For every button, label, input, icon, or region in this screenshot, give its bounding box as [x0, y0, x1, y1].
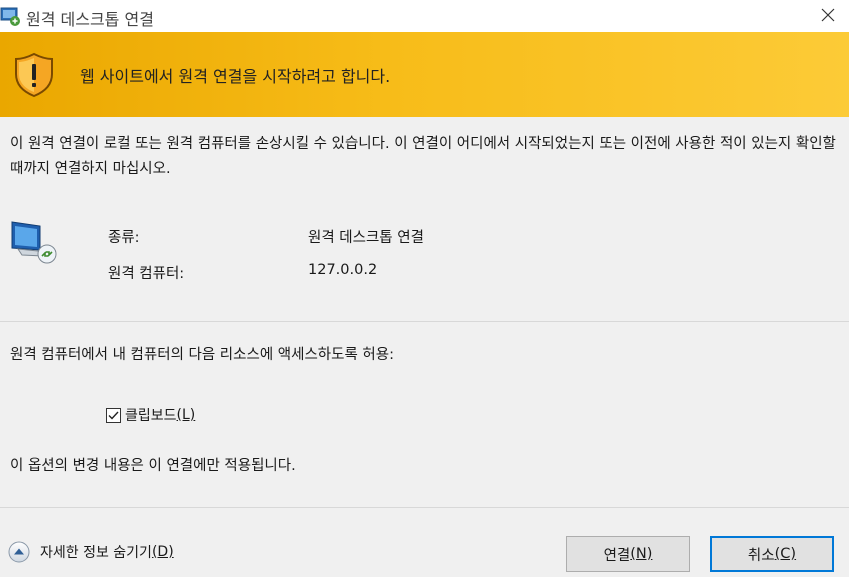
remote-computer-label: 원격 컴퓨터:	[108, 266, 185, 282]
resources-heading: 원격 컴퓨터에서 내 컴퓨터의 다음 리소스에 액세스하도록 허용:	[10, 347, 394, 363]
remote-desktop-icon	[0, 6, 22, 28]
type-value: 원격 데스크톱 연결	[308, 230, 424, 246]
warning-shield-icon	[14, 52, 54, 98]
checkmark-icon	[108, 411, 119, 420]
cancel-button[interactable]: 취소 (C)	[710, 536, 834, 572]
window-title: 원격 데스크톱 연결	[26, 10, 154, 29]
clipboard-option[interactable]: 클립보드 (L)	[106, 403, 195, 427]
type-label: 종류:	[108, 230, 140, 246]
close-icon	[821, 8, 835, 22]
close-button[interactable]	[813, 2, 843, 30]
hide-details-toggle[interactable]: 자세한 정보 숨기기 (D)	[8, 541, 174, 563]
option-note: 이 옵션의 변경 내용은 이 연결에만 적용됩니다.	[10, 458, 296, 474]
cancel-mnemonic: (C)	[774, 546, 797, 562]
banner-message: 웹 사이트에서 원격 연결을 시작하려고 합니다.	[80, 67, 391, 86]
clipboard-mnemonic: (L)	[176, 407, 196, 423]
remote-monitor-icon	[10, 218, 60, 268]
warning-text: 이 원격 연결이 로컬 또는 원격 컴퓨터를 손상시킬 수 있습니다. 이 연결…	[10, 136, 836, 177]
separator	[0, 321, 849, 322]
warning-banner: 웹 사이트에서 원격 연결을 시작하려고 합니다.	[0, 32, 849, 117]
clipboard-label: 클립보드	[125, 408, 177, 424]
connect-mnemonic: (N)	[630, 546, 653, 562]
hide-details-mnemonic: (D)	[151, 544, 174, 560]
cancel-label: 취소	[747, 547, 775, 564]
chevron-up-circle-icon	[8, 541, 30, 563]
hide-details-label: 자세한 정보 숨기기	[40, 545, 152, 561]
remote-computer-value: 127.0.0.2	[308, 262, 378, 278]
clipboard-checkbox[interactable]	[106, 407, 121, 423]
connect-label: 연결	[603, 547, 631, 564]
title-bar: 원격 데스크톱 연결	[0, 0, 849, 32]
connect-button[interactable]: 연결 (N)	[566, 536, 690, 572]
